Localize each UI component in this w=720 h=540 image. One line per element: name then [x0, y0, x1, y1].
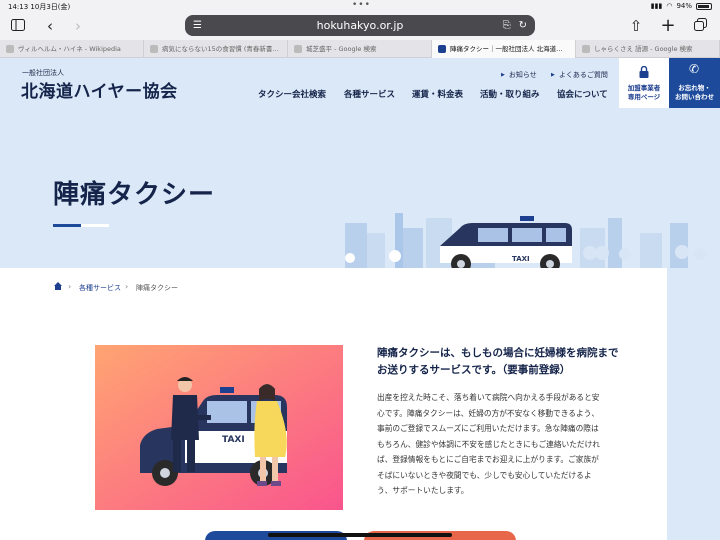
- favicon-icon: [438, 45, 446, 53]
- browser-tab[interactable]: 城芝盛平 - Google 検索: [288, 40, 432, 58]
- translate-icon[interactable]: ⎘: [503, 15, 511, 36]
- title-underline: [53, 224, 81, 227]
- status-bar: 14:13 10月3日(金) ••• ▮▮▮ ◠ 94%: [0, 0, 720, 12]
- browser-tab[interactable]: 病気にならない15の食習慣 (青春新書…: [144, 40, 288, 58]
- breadcrumb-services[interactable]: 各種サービス: [79, 283, 121, 293]
- battery-percent: 94%: [676, 2, 692, 10]
- multitask-dots[interactable]: •••: [352, 0, 371, 10]
- browser-tab[interactable]: ヴィルヘルム・ハイネ - Wikipedia: [0, 40, 144, 58]
- maternity-taxi-illustration: TAXI: [95, 345, 343, 510]
- util-link-faq[interactable]: よくあるご質問: [551, 70, 608, 80]
- browser-tab[interactable]: しゃらくさえ 語源 - Google 検索: [576, 40, 720, 58]
- page-title: 陣痛タクシー: [53, 180, 216, 210]
- breadcrumb-current: 陣痛タクシー: [136, 284, 178, 292]
- hero-section: 陣痛タクシー TAXI: [0, 108, 720, 274]
- status-time: 14:13 10月3日(金): [8, 3, 71, 11]
- sidebar-icon[interactable]: [8, 16, 28, 36]
- phone-icon: ✆: [689, 62, 700, 76]
- address-bar[interactable]: ☰ hokuhakyo.or.jp ⎘ ↻: [185, 15, 535, 36]
- nav-activities[interactable]: 活動・取り組み: [480, 88, 540, 100]
- favicon-icon: [582, 45, 590, 53]
- forward-icon[interactable]: ›: [68, 16, 88, 36]
- favicon-icon: [6, 45, 14, 53]
- lock-icon: [639, 66, 649, 78]
- member-page-button[interactable]: 加盟事業者 専用ページ: [619, 58, 669, 108]
- body-paragraph: 出産を控えた時こそ、落ち着いて病院へ向かえる手段があると安 心です。陣痛タクシー…: [377, 393, 600, 495]
- nav-fares[interactable]: 運賃・料金表: [412, 88, 463, 100]
- chevron-right-icon: ›: [125, 282, 129, 291]
- nav-about[interactable]: 協会について: [557, 88, 608, 100]
- lead-heading: 陣痛タクシーは、もしもの場合に妊婦様を病院まで お送りするサービスです。（要事前…: [377, 347, 619, 376]
- site-header: 一般社団法人 北海道ハイヤー協会 お知らせ よくあるご質問 タクシー会社検索 各…: [0, 58, 720, 108]
- tabs-overview-icon[interactable]: [690, 16, 710, 36]
- battery-icon: [696, 2, 712, 10]
- hero-taxi-sign: TAXI: [512, 255, 530, 263]
- home-indicator[interactable]: [268, 533, 452, 537]
- reload-icon[interactable]: ↻: [519, 15, 527, 36]
- wifi-icon: ◠: [666, 2, 673, 10]
- url-text: hokuhakyo.or.jp: [316, 19, 404, 32]
- status-right: ▮▮▮ ◠ 94%: [651, 2, 712, 10]
- new-tab-icon[interactable]: +: [658, 16, 678, 36]
- back-icon[interactable]: ‹: [40, 16, 60, 36]
- tab-bar: ヴィルヘルム・ハイネ - Wikipedia 病気にならない15の食習慣 (青春…: [0, 40, 720, 58]
- illustration-taxi-sign: TAXI: [222, 435, 245, 445]
- nav-services[interactable]: 各種サービス: [344, 88, 395, 100]
- chevron-right-icon: ›: [68, 282, 72, 291]
- title-underline-accent: [81, 224, 109, 227]
- logo-org-name[interactable]: 北海道ハイヤー協会: [21, 77, 178, 102]
- util-link-news[interactable]: お知らせ: [501, 70, 537, 80]
- reader-icon[interactable]: ☰: [193, 15, 202, 36]
- share-icon[interactable]: ⇧: [626, 16, 646, 36]
- favicon-icon: [150, 45, 158, 53]
- signal-icon: ▮▮▮: [650, 2, 663, 10]
- nav-taxi-search[interactable]: タクシー会社検索: [258, 88, 326, 100]
- favicon-icon: [294, 45, 302, 53]
- browser-toolbar: ‹ › ☰ hokuhakyo.or.jp ⎘ ↻ ⇧ +: [0, 12, 720, 40]
- browser-tab-active[interactable]: 陣痛タクシー｜一般社団法人 北海道…: [432, 40, 576, 58]
- contact-button[interactable]: ✆ お忘れ物・ お問い合わせ: [669, 58, 720, 108]
- home-icon[interactable]: [53, 281, 63, 291]
